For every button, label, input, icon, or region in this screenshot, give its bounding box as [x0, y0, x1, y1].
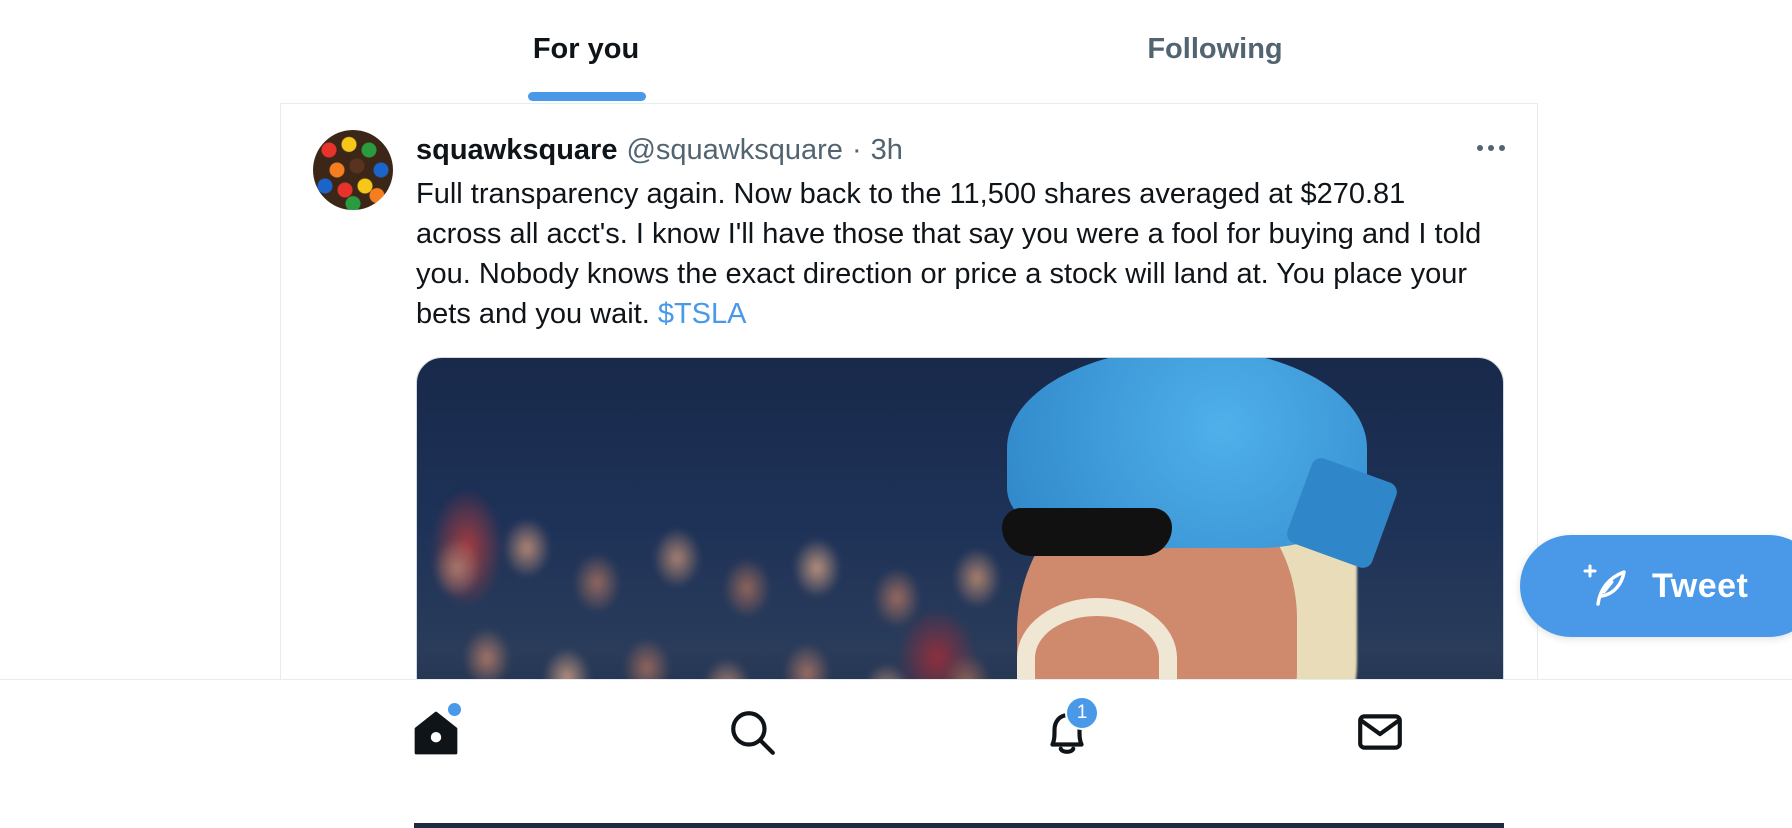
notification-badge: 1 [1065, 696, 1099, 730]
nav-notifications[interactable]: 1 [1035, 696, 1099, 766]
bottom-nav: 1 [0, 679, 1792, 828]
tweet-button-label: Tweet [1652, 566, 1749, 605]
nav-home[interactable] [404, 702, 468, 766]
timeline-tabs: For you Following [280, 0, 1538, 102]
tab-following-label: Following [1147, 32, 1283, 65]
more-dot [1499, 145, 1505, 151]
tweet-button[interactable]: Tweet [1520, 535, 1792, 637]
active-tab-indicator [528, 92, 646, 101]
nav-search[interactable] [720, 702, 784, 766]
nav-messages[interactable] [1348, 702, 1412, 766]
tab-for-you-label: For you [532, 32, 640, 65]
compose-feather-icon [1582, 562, 1630, 610]
media-sunglasses [1002, 508, 1172, 556]
search-icon [727, 707, 777, 762]
tweet-timestamp[interactable]: 3h [871, 134, 903, 167]
more-dot [1488, 145, 1494, 151]
cashtag-link[interactable]: $TSLA [658, 298, 747, 330]
tab-following[interactable]: Following [892, 0, 1538, 102]
more-dot [1477, 145, 1483, 151]
home-unread-dot [448, 703, 461, 716]
display-name[interactable]: squawksquare [416, 134, 617, 167]
more-icon[interactable] [1471, 138, 1511, 158]
tweet-header: squawksquare @squawksquare · 3h [416, 134, 903, 167]
header-separator: · [851, 134, 862, 166]
tweet-body: Full transparency again. Now back to the… [416, 178, 1482, 330]
user-handle[interactable]: @squawksquare [626, 134, 842, 167]
next-media-edge [414, 823, 1504, 828]
avatar[interactable] [313, 130, 393, 210]
tab-for-you[interactable]: For you [280, 0, 892, 102]
mail-icon [1355, 707, 1405, 762]
tweet-text: Full transparency again. Now back to the… [416, 174, 1496, 334]
